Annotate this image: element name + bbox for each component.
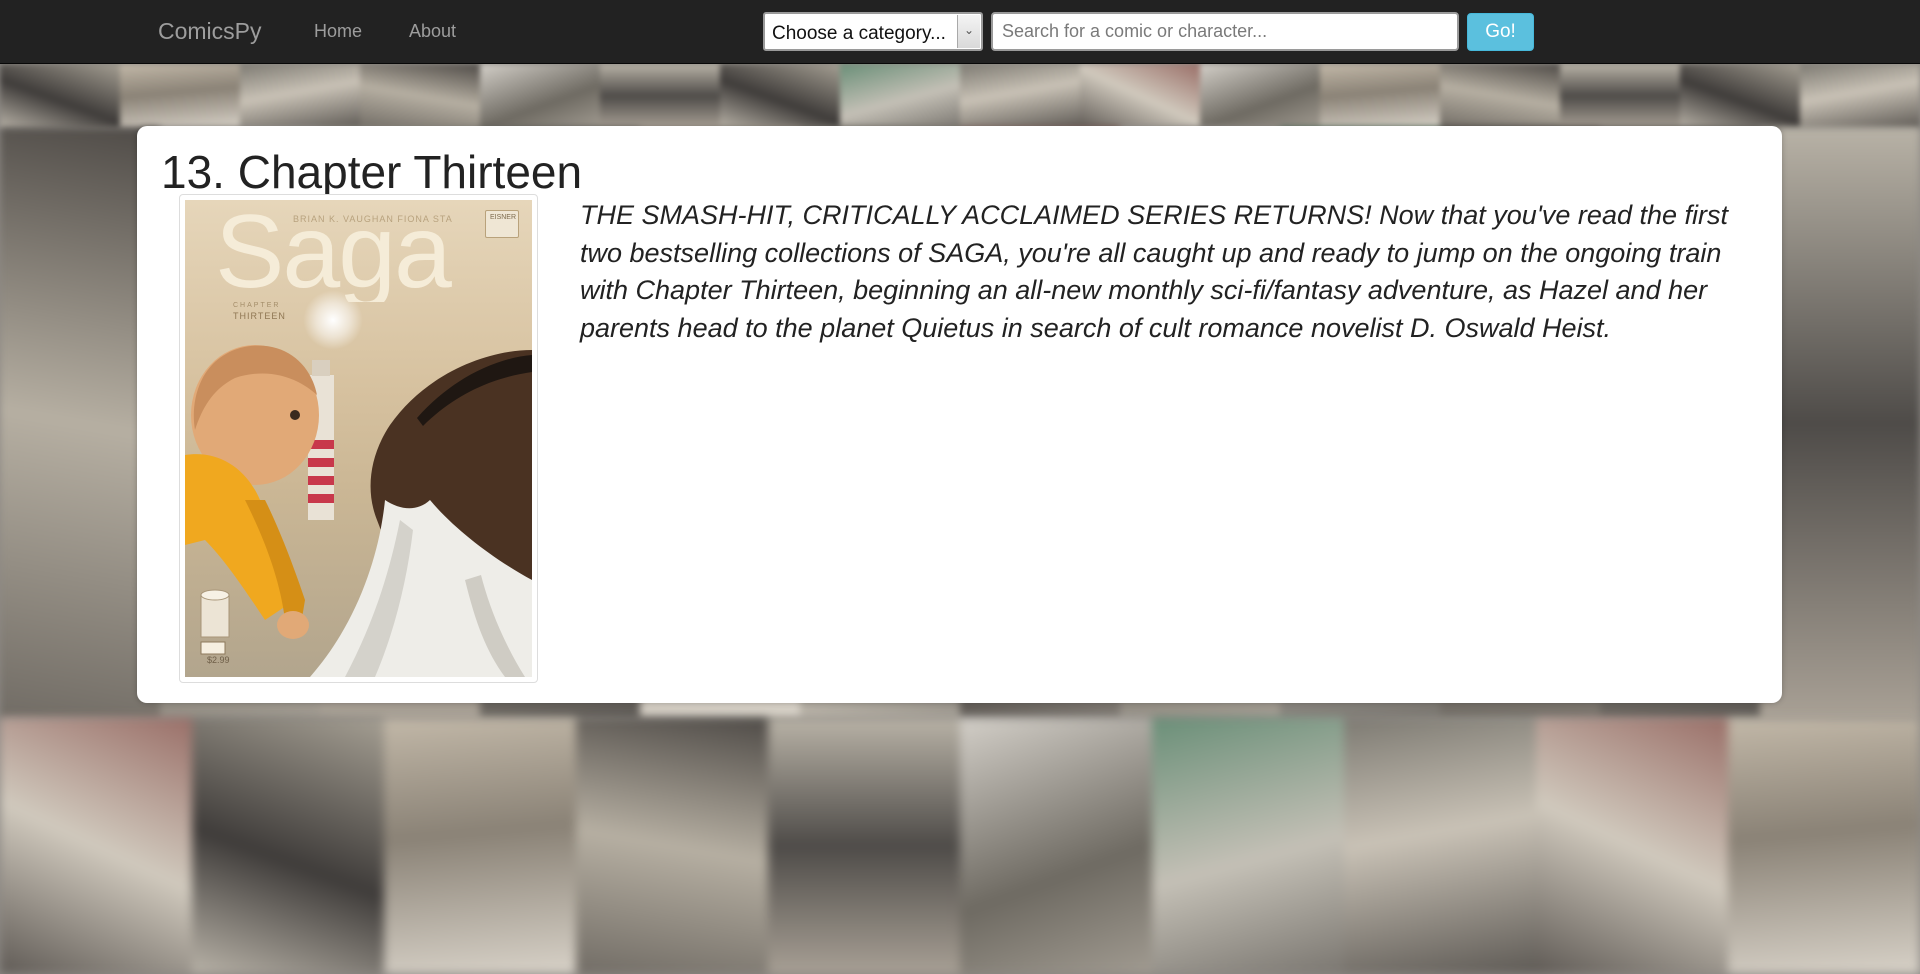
cover-chapter-name: THIRTEEN: [233, 311, 286, 321]
go-button[interactable]: Go!: [1467, 13, 1534, 51]
chevron-down-icon[interactable]: ⌄: [957, 15, 980, 48]
issue-description: THE SMASH-HIT, CRITICALLY ACCLAIMED SERI…: [580, 200, 1729, 343]
cover-image: Saga BRIAN K. VAUGHAN FIONA STAPLES CHAP…: [185, 200, 532, 677]
nav-home-link[interactable]: Home: [314, 21, 362, 42]
search-input[interactable]: [991, 12, 1459, 51]
nav-about-link[interactable]: About: [409, 21, 456, 42]
cover-thumbnail: Saga BRIAN K. VAUGHAN FIONA STAPLES CHAP…: [179, 194, 538, 683]
cover-award-badge: EISNER: [485, 210, 519, 238]
cover-price: $2.99: [207, 655, 230, 665]
navbar: ComicsPy Home About Choose a category...…: [0, 0, 1920, 64]
category-select-value: Choose a category...: [772, 23, 946, 44]
brand-link[interactable]: ComicsPy: [158, 18, 262, 45]
background-band-top: [0, 64, 1920, 128]
category-select[interactable]: Choose a category... ⌄: [763, 12, 983, 51]
cover-credits: BRIAN K. VAUGHAN FIONA STAPLES: [293, 214, 453, 224]
cover-award-badge-text: EISNER: [489, 214, 517, 221]
background-band-bottom: [0, 718, 1920, 974]
issue-title: 13. Chapter Thirteen: [161, 146, 583, 198]
issue-card: 13. Chapter Thirteen Saga BRIAN K. VAUGH…: [137, 126, 1782, 703]
